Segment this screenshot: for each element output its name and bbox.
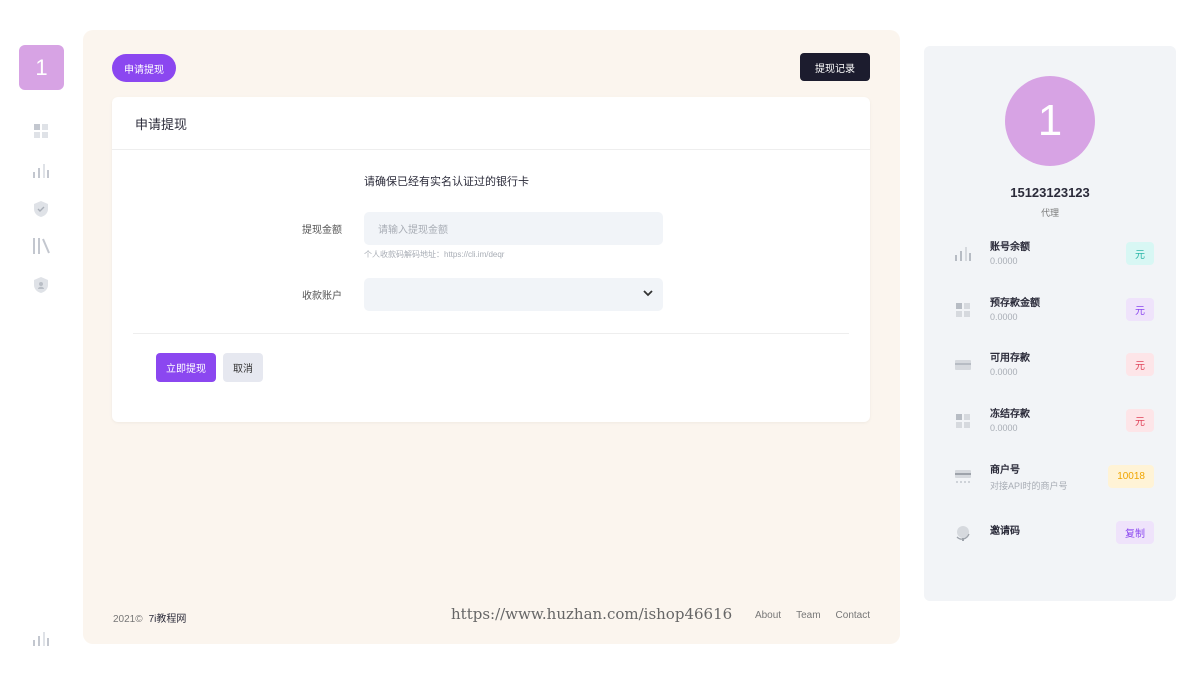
withdraw-form-card: 申请提现 请确保已经有实名认证过的银行卡 提现金额 请输入提现金额 个人收款码解… [112,97,870,422]
stat-value: 0.0000 [990,367,1018,377]
watermark-url: https://www.huzhan.com/ishop46616 [451,605,733,623]
cancel-button[interactable]: 取消 [223,353,263,382]
stat-value: 0.0000 [990,312,1018,322]
stat-badge: 元 [1126,242,1154,265]
card-icon [954,357,972,373]
avatar[interactable]: 1 [1005,76,1095,166]
chevron-down-icon [643,289,653,299]
stat-row-available: 可用存款 0.0000 元 [924,345,1176,385]
left-rail: 1 [0,0,82,675]
account-label: 收款账户 [302,291,342,302]
shield-check-icon[interactable] [32,200,50,218]
bar-chart-icon [954,246,972,262]
copy-invite-button[interactable]: 复制 [1116,521,1154,544]
footer-site-link[interactable]: 7i教程网 [149,614,187,625]
stat-value: 0.0000 [990,423,1018,433]
main-panel: 申请提现 提现记录 申请提现 请确保已经有实名认证过的银行卡 提现金额 请输入提… [83,30,900,644]
card-title: 申请提现 [112,97,870,150]
footer-link-contact[interactable]: Contact [836,610,870,621]
bar-chart-icon[interactable] [32,162,50,180]
stat-badge: 元 [1126,298,1154,321]
app-logo[interactable]: 1 [19,45,64,90]
username: 15123123123 [1010,185,1090,200]
stat-badge: 元 [1126,409,1154,432]
footer-copyright: 2021© 7i教程网 [113,610,186,625]
stat-row-balance: 账号余额 0.0000 元 [924,234,1176,274]
footer-year: 2021© [113,614,143,625]
stat-row-prepaid: 预存款金额 0.0000 元 [924,290,1176,330]
footer-links: About Team Contact [755,610,870,621]
library-icon[interactable] [32,237,50,255]
bar-chart-icon[interactable] [32,630,50,648]
form-divider [133,333,849,334]
dashboard-icon[interactable] [32,122,50,140]
submit-withdraw-button[interactable]: 立即提现 [156,353,216,382]
amount-input[interactable]: 请输入提现金额 [364,212,663,245]
merchant-id-badge: 10018 [1108,465,1154,488]
stat-value: 0.0000 [990,256,1018,266]
grid-icon [954,413,972,429]
stat-title: 商户号 [990,465,1020,476]
user-role: 代理 [1040,208,1059,218]
footer-link-team[interactable]: Team [796,610,820,621]
footer-link-about[interactable]: About [755,610,781,621]
stat-title: 预存款金额 [990,298,1040,309]
amount-label: 提现金额 [302,225,342,236]
stat-title: 可用存款 [990,353,1030,364]
stat-value: 对接API时的商户号 [990,481,1068,491]
withdraw-records-button[interactable]: 提现记录 [800,53,870,81]
stat-badge: 元 [1126,353,1154,376]
stat-title: 邀请码 [990,526,1020,537]
terminal-icon [954,469,972,485]
bank-card-notice: 请确保已经有实名认证过的银行卡 [364,176,529,188]
stat-row-merchant: 商户号 对接API时的商户号 10018 [924,457,1176,497]
globe-icon [954,525,972,541]
profile-panel: 1 15123123123 代理 账号余额 0.0000 元 预存款金额 0.0… [924,46,1176,601]
grid-icon [954,302,972,318]
stat-row-frozen: 冻结存款 0.0000 元 [924,401,1176,441]
stat-row-invite: 邀请码 复制 [924,513,1176,553]
amount-hint: 个人收款码解码地址：https://cli.im/deqr [364,250,505,259]
tab-withdraw[interactable]: 申请提现 [112,54,176,82]
account-select[interactable] [364,278,663,311]
stat-title: 账号余额 [990,242,1030,253]
stat-title: 冻结存款 [990,409,1030,420]
user-shield-icon[interactable] [32,276,50,294]
